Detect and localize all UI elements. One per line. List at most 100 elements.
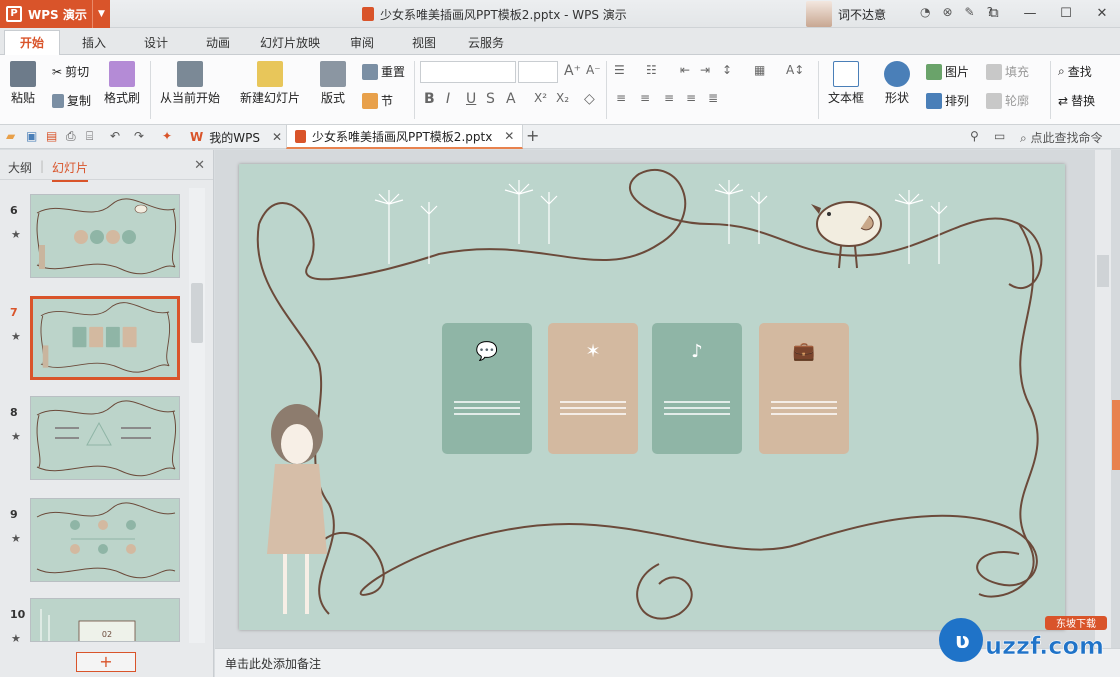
superscript-icon[interactable]: X² [534,91,547,105]
slide-thumbnail-row[interactable]: 6 ★ [0,194,200,282]
grow-font-icon[interactable]: A⁺ [564,63,581,79]
tab-current-document[interactable]: 少女系唯美插画风PPT模板2.pptx ✕ [286,125,524,149]
tab-my-wps[interactable]: W 我的WPS ✕ [182,125,290,149]
from-current-button[interactable]: 从当前开始 [160,61,220,106]
slide-thumbnail[interactable]: 02 [30,598,180,642]
line-spacing-icon[interactable]: ↕ [722,63,732,77]
distribute-icon[interactable]: ≣ [708,91,718,105]
minimize-button[interactable]: — [1012,0,1048,28]
tab-review[interactable]: 审阅 [350,34,374,51]
layout-button[interactable]: 版式 [320,61,346,106]
align-left-icon[interactable]: ≡ [616,91,626,105]
tab-outline[interactable]: 大纲 [8,159,32,176]
indent-increase-icon[interactable]: ⇥ [700,63,710,77]
content-card-tan[interactable]: ✶ [548,323,638,454]
section-button[interactable]: 节 [362,92,393,109]
outline-button[interactable]: 轮廓 [986,92,1029,109]
reset-button[interactable]: 重置 [362,63,405,80]
close-icon[interactable]: ✕ [272,130,282,144]
editor-scrollbar-thumb[interactable] [1097,255,1109,287]
chevron-down-icon[interactable]: ▼ [92,0,110,28]
tab-design[interactable]: 设计 [144,34,168,51]
pen-icon[interactable]: ✎ [965,5,975,19]
tab-animation[interactable]: 动画 [206,34,230,51]
slide-thumbnail-row[interactable]: 8 ★ [0,396,200,484]
shirt-icon[interactable]: ⊗ [942,5,952,19]
slide-thumbnail-selected[interactable] [30,296,180,380]
shrink-font-icon[interactable]: A⁻ [586,63,601,77]
underline-icon[interactable]: U [466,91,476,107]
align-right-icon[interactable]: ≡ [664,91,674,105]
user-account[interactable]: 词不达意 [806,1,886,27]
font-color-icon[interactable]: A [506,91,516,107]
add-tab-icon[interactable]: + [526,126,539,145]
cut-button[interactable]: ✂ 剪切 [52,63,89,80]
fill-button[interactable]: 填充 [986,63,1029,80]
content-card-green[interactable]: 💬 [442,323,532,454]
close-icon[interactable]: ✕ [194,158,205,173]
content-card-green[interactable]: ♪ [652,323,742,454]
pin-toolbar-icon[interactable]: ⚲ [970,129,979,143]
font-name-input[interactable] [420,61,516,83]
tab-view[interactable]: 视图 [412,34,436,51]
clear-format-icon[interactable]: ◇ [584,91,595,107]
user-name[interactable]: 词不达意 [838,6,886,23]
tab-cloud[interactable]: 云服务 [468,34,504,51]
print-icon[interactable]: ⎙ [66,129,76,144]
avatar[interactable] [806,1,832,27]
export-pdf-icon[interactable]: ▤ [46,129,57,143]
indent-decrease-icon[interactable]: ⇤ [680,63,690,77]
replace-button[interactable]: ⇄ 替换 [1058,92,1095,109]
paste-button[interactable]: 粘贴 [10,61,36,106]
font-size-input[interactable] [518,61,558,83]
italic-icon[interactable]: I [446,91,450,107]
tab-slides[interactable]: 幻灯片 [52,159,89,182]
side-panel-handle[interactable] [1112,400,1120,470]
add-slide-button[interactable]: + [76,652,136,672]
slides-scrollbar-thumb[interactable] [191,283,203,343]
open-folder-icon[interactable]: ▰ [6,129,15,143]
maximize-button[interactable]: ☐ [1048,0,1084,28]
comment-icon[interactable]: ▭ [994,129,1005,143]
slide-canvas[interactable]: 💬 ✶ ♪ 💼 [239,164,1065,630]
format-painter-button[interactable]: 格式刷 [104,61,140,106]
slides-scrollbar[interactable] [189,188,205,643]
content-card-tan[interactable]: 💼 [759,323,849,454]
numbering-icon[interactable]: ☷ [646,63,657,77]
undo-icon[interactable]: ↶ [110,129,120,143]
close-icon[interactable]: ✕ [504,129,514,143]
slide-thumbnail-row[interactable]: 10 ★ 02 [0,598,200,642]
bold-icon[interactable]: B [424,91,435,107]
wps-menu-button[interactable]: P WPS 演示 ▼ [0,0,110,28]
search-command-field[interactable]: ⌕ 点此查找命令 [1020,129,1103,146]
justify-icon[interactable]: ≡ [686,91,696,105]
bullets-icon[interactable]: ☰ [614,63,625,77]
shadow-icon[interactable]: S [486,91,495,107]
columns-icon[interactable]: ▦ [754,63,765,77]
skin-icon[interactable]: ◔ [920,5,930,19]
editor-scrollbar[interactable] [1095,150,1111,648]
align-center-icon[interactable]: ≡ [640,91,650,105]
tab-slideshow[interactable]: 幻灯片放映 [260,34,320,51]
picture-button[interactable]: 图片 [926,63,969,80]
pin-icon[interactable]: ✦ [162,129,172,143]
slide-thumbnail[interactable] [30,194,180,278]
text-direction-icon[interactable]: A↕ [786,63,804,77]
restore-icon[interactable]: ⧉ [976,0,1012,28]
copy-button[interactable]: 复制 [52,92,91,109]
save-icon[interactable]: ▣ [26,129,37,143]
shape-button[interactable]: 形状 [884,61,910,106]
close-button[interactable]: ✕ [1084,0,1120,28]
find-button[interactable]: ⌕ 查找 [1058,63,1092,80]
slide-thumbnail[interactable] [30,498,180,582]
slide-thumbnail[interactable] [30,396,180,480]
print-preview-icon[interactable]: ⌸ [86,129,93,144]
tab-home[interactable]: 开始 [4,30,60,56]
new-slide-button[interactable]: 新建幻灯片 [240,61,300,106]
slide-thumbnail-row[interactable]: 9 ★ [0,498,200,586]
subscript-icon[interactable]: X₂ [556,91,569,105]
slide-thumbnail-row[interactable]: 7 ★ [0,296,200,384]
arrange-button[interactable]: 排列 [926,92,969,109]
redo-icon[interactable]: ↷ [134,129,144,143]
tab-insert[interactable]: 插入 [82,34,106,51]
